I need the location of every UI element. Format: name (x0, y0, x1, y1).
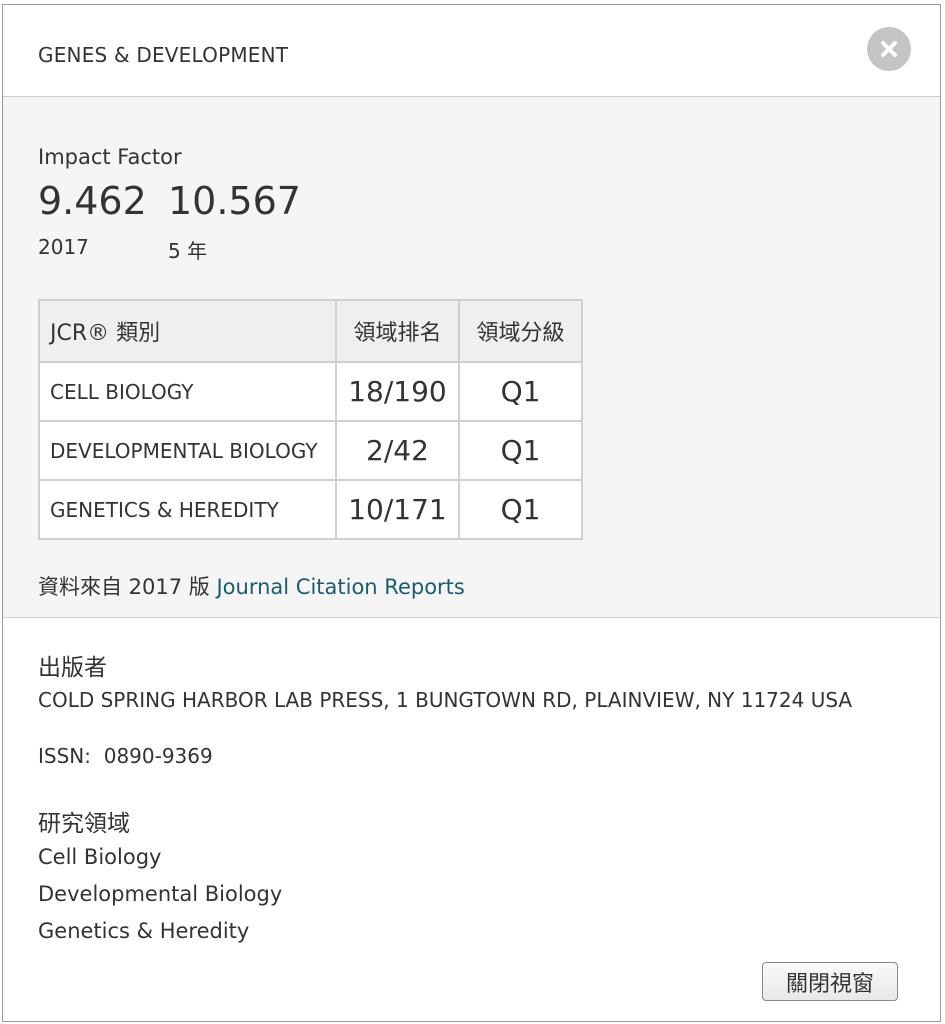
category-cell: GENETICS & HEREDITY (38, 479, 337, 540)
research-area-item: Developmental Biology (38, 882, 283, 906)
table-row: CELL BIOLOGY 18/190 Q1 (38, 361, 583, 422)
impact-factor-year: 2017 (38, 235, 89, 259)
research-areas-label: 研究領域 (38, 811, 130, 837)
issn-label: ISSN: (38, 744, 91, 768)
category-cell: DEVELOPMENTAL BIOLOGY (38, 420, 337, 481)
modal-header: GENES & DEVELOPMENT (3, 5, 940, 97)
table-row: GENETICS & HEREDITY 10/171 Q1 (38, 479, 583, 540)
impact-factor-label: Impact Factor (38, 145, 182, 169)
journal-info-modal: GENES & DEVELOPMENT Impact Factor 9.462 … (2, 4, 941, 1022)
data-source-line: 資料來自 2017 版 Journal Citation Reports (38, 571, 465, 601)
close-icon (879, 39, 899, 59)
category-cell: CELL BIOLOGY (38, 361, 337, 422)
quartile-cell: Q1 (458, 479, 583, 540)
five-year-label: 5 年 (168, 239, 208, 263)
data-source-prefix: 資料來自 2017 版 (38, 575, 217, 599)
close-button[interactable] (867, 27, 911, 71)
rank-cell: 2/42 (335, 420, 460, 481)
research-area-item: Cell Biology (38, 845, 162, 869)
modal-title: GENES & DEVELOPMENT (38, 43, 289, 67)
research-area-item: Genetics & Heredity (38, 919, 250, 943)
header-quartile: 領域分級 (458, 299, 583, 363)
issn-line: ISSN: 0890-9369 (38, 744, 213, 768)
rank-cell: 10/171 (335, 479, 460, 540)
quartile-cell: Q1 (458, 420, 583, 481)
table-row: DEVELOPMENTAL BIOLOGY 2/42 Q1 (38, 420, 583, 481)
impact-factor-value: 9.462 (38, 179, 147, 223)
publisher-label: 出版者 (38, 655, 107, 681)
jcr-link[interactable]: Journal Citation Reports (216, 575, 464, 599)
publisher-address: COLD SPRING HARBOR LAB PRESS, 1 BUNGTOWN… (38, 688, 853, 712)
close-window-button[interactable]: 關閉視窗 (762, 962, 898, 1001)
jcr-category-table: JCR® 類別 領域排名 領域分級 CELL BIOLOGY 18/190 Q1… (38, 299, 583, 540)
metrics-section: Impact Factor 9.462 10.567 2017 5 年 JCR®… (3, 97, 940, 618)
quartile-cell: Q1 (458, 361, 583, 422)
header-category: JCR® 類別 (38, 299, 337, 363)
table-header-row: JCR® 類別 領域排名 領域分級 (38, 299, 583, 363)
rank-cell: 18/190 (335, 361, 460, 422)
header-rank: 領域排名 (335, 299, 460, 363)
five-year-impact-factor-value: 10.567 (168, 179, 301, 223)
issn-value: 0890-9369 (103, 744, 213, 768)
